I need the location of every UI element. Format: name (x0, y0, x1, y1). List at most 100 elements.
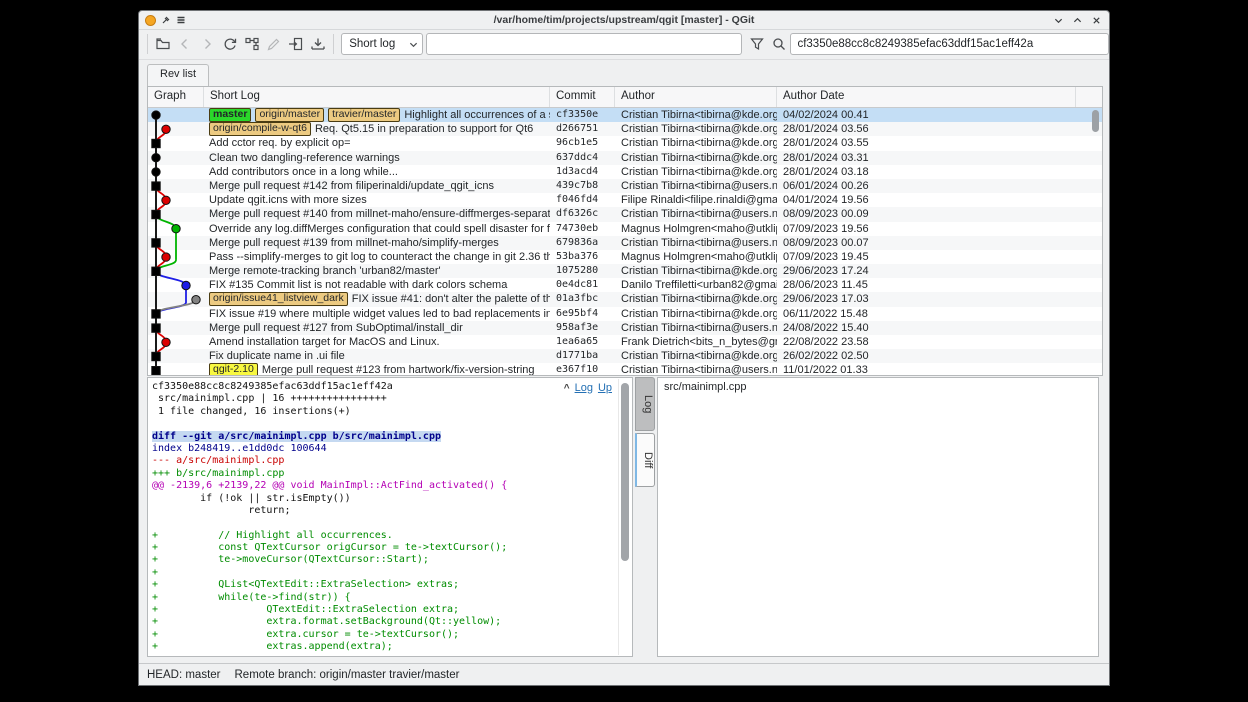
column-header-author[interactable]: Author (615, 87, 777, 107)
commit-cell: 958af3e (550, 321, 615, 335)
table-row[interactable]: Pass --simplify-merges to git log to cou… (148, 250, 1102, 264)
diff-content[interactable]: cf3350e88cc8c8249385efac63ddf15ac1eff42a… (152, 381, 616, 654)
author-cell: Cristian Tibirna<tibirna@users.nor... (615, 321, 777, 335)
search-input[interactable] (426, 33, 743, 55)
chevron-down-icon (409, 40, 418, 49)
author-cell: Cristian Tibirna<tibirna@users.nor... (615, 363, 777, 376)
commit-cell: 74730eb (550, 222, 615, 236)
graph-cell (148, 193, 204, 207)
open-repository-button[interactable] (152, 33, 174, 56)
column-header-author-date[interactable]: Author Date (777, 87, 1076, 107)
table-row[interactable]: Merge pull request #139 from millnet-mah… (148, 236, 1102, 250)
table-row[interactable]: Override any log.diffMerges configuratio… (148, 222, 1102, 236)
diff-nav-links: ^ Log Up (560, 382, 612, 394)
view-ranges-button[interactable] (241, 33, 263, 56)
file-list-item[interactable]: src/mainimpl.cpp (658, 378, 1098, 396)
diff-line: + while(te->find(str)) { (152, 592, 616, 604)
commit-cell: 01a3fbc (550, 292, 615, 306)
table-row[interactable]: Clean two dangling-reference warnings637… (148, 151, 1102, 165)
save-patch-button[interactable] (307, 33, 329, 56)
screen: /var/home/tim/projects/upstream/qgit [ma… (0, 0, 1248, 702)
date-cell: 08/09/2023 00.09 (777, 207, 1076, 221)
diff-line: return; (152, 505, 616, 517)
table-row[interactable]: Add contributors once in a long while...… (148, 165, 1102, 179)
log-view-value: Short log (349, 38, 408, 50)
table-row[interactable]: Amend installation target for MacOS and … (148, 335, 1102, 349)
short-log-cell: Merge pull request #139 from millnet-mah… (204, 236, 550, 250)
tab-diff[interactable]: Diff (635, 433, 655, 487)
author-cell: Filipe Rinaldi<filipe.rinaldi@gmail.c... (615, 193, 777, 207)
author-cell: Danilo Treffiletti<urban82@gmail.c... (615, 278, 777, 292)
table-row[interactable]: Merge pull request #127 from SubOptimal/… (148, 321, 1102, 335)
commit-cell: 679836a (550, 236, 615, 250)
refresh-button[interactable] (218, 33, 240, 56)
short-log-cell: Pass --simplify-merges to git log to cou… (204, 250, 550, 264)
collapse-caret-icon[interactable]: ^ (564, 383, 570, 394)
ref-badge: qgit-2.10 (209, 363, 258, 376)
log-view-select[interactable]: Short log (341, 33, 422, 55)
find-button[interactable] (768, 33, 790, 56)
tab-log[interactable]: Log (635, 377, 655, 431)
commit-cell: 439c7b8 (550, 179, 615, 193)
table-row[interactable]: Merge pull request #140 from millnet-mah… (148, 207, 1102, 221)
table-row[interactable]: qgit-2.10Merge pull request #123 from ha… (148, 363, 1102, 376)
table-row[interactable]: FIX #135 Commit list is not readable wit… (148, 278, 1102, 292)
log-link[interactable]: Log (575, 382, 593, 394)
table-row[interactable]: Update qgit.icns with more sizesf046fd4F… (148, 193, 1102, 207)
rev-list-scrollbar[interactable] (1090, 108, 1101, 376)
column-header-shortlog[interactable]: Short Log (204, 87, 550, 107)
menu-icon[interactable] (176, 15, 186, 25)
diff-scrollbar[interactable] (618, 379, 631, 655)
commit-cell: 6e95bf4 (550, 307, 615, 321)
tab-rev-list[interactable]: Rev list (147, 64, 209, 86)
table-row[interactable]: Fix duplicate name in .ui filed1771baCri… (148, 349, 1102, 363)
table-row[interactable]: origin/compile-w-qt6Req. Qt5.15 in prepa… (148, 122, 1102, 136)
ref-badge: master (209, 108, 251, 122)
graph-cell (148, 207, 204, 221)
date-cell: 11/01/2022 01.33 (777, 363, 1076, 376)
minimize-button[interactable] (1054, 16, 1063, 25)
graph-cell (148, 136, 204, 150)
up-link[interactable]: Up (598, 382, 612, 394)
rev-table-body: masterorigin/mastertravier/masterHighlig… (148, 108, 1102, 376)
back-button[interactable] (174, 33, 196, 56)
date-cell: 04/01/2024 19.56 (777, 193, 1076, 207)
commit-cell: 1ea6a65 (550, 335, 615, 349)
date-cell: 07/09/2023 19.56 (777, 222, 1076, 236)
table-row[interactable]: Merge remote-tracking branch 'urban82/ma… (148, 264, 1102, 278)
titlebar[interactable]: /var/home/tim/projects/upstream/qgit [ma… (139, 11, 1109, 30)
author-cell: Cristian Tibirna<tibirna@kde.org> (615, 292, 777, 306)
column-header-graph[interactable]: Graph (148, 87, 204, 107)
pin-icon[interactable] (161, 15, 171, 25)
diff-line: + // Highlight all occurrences. (152, 530, 616, 542)
diff-line: index b248419..e1dd0dc 100644 (152, 443, 616, 455)
graph-cell (148, 349, 204, 363)
status-head: HEAD: master (147, 669, 221, 681)
table-row[interactable]: FIX issue #19 where multiple widget valu… (148, 307, 1102, 321)
table-row[interactable]: masterorigin/mastertravier/masterHighlig… (148, 108, 1102, 122)
short-log-cell: Override any log.diffMerges configuratio… (204, 222, 550, 236)
close-button[interactable] (1092, 16, 1101, 25)
save-icon (310, 36, 326, 52)
graph-cell (148, 292, 204, 306)
sha-input[interactable] (790, 33, 1108, 55)
filter-button[interactable] (746, 33, 768, 56)
table-row[interactable]: Add cctor req. by explicit op=96cb1e5Cri… (148, 136, 1102, 150)
forward-button[interactable] (196, 33, 218, 56)
status-bar: HEAD: master Remote branch: origin/maste… (139, 663, 1109, 685)
table-row[interactable]: origin/issue41_listview_darkFIX issue #4… (148, 292, 1102, 306)
graph-cell (148, 179, 204, 193)
short-log-cell: Fix duplicate name in .ui file (204, 349, 550, 363)
main-tabbar: Rev list (147, 64, 209, 86)
column-header-commit[interactable]: Commit (550, 87, 615, 107)
diff-line: + QTextEdit::ExtraSelection extra; (152, 604, 616, 616)
apply-patch-button[interactable] (285, 33, 307, 56)
chevron-left-icon (177, 36, 193, 52)
diff-line: cf3350e88cc8c8249385efac63ddf15ac1eff42a (152, 381, 616, 393)
short-log-cell: Add cctor req. by explicit op= (204, 136, 550, 150)
edit-button[interactable] (263, 33, 285, 56)
commit-cell: 637ddc4 (550, 151, 615, 165)
date-cell: 26/02/2022 02.50 (777, 349, 1076, 363)
table-row[interactable]: Merge pull request #142 from filiperinal… (148, 179, 1102, 193)
maximize-button[interactable] (1073, 16, 1082, 25)
